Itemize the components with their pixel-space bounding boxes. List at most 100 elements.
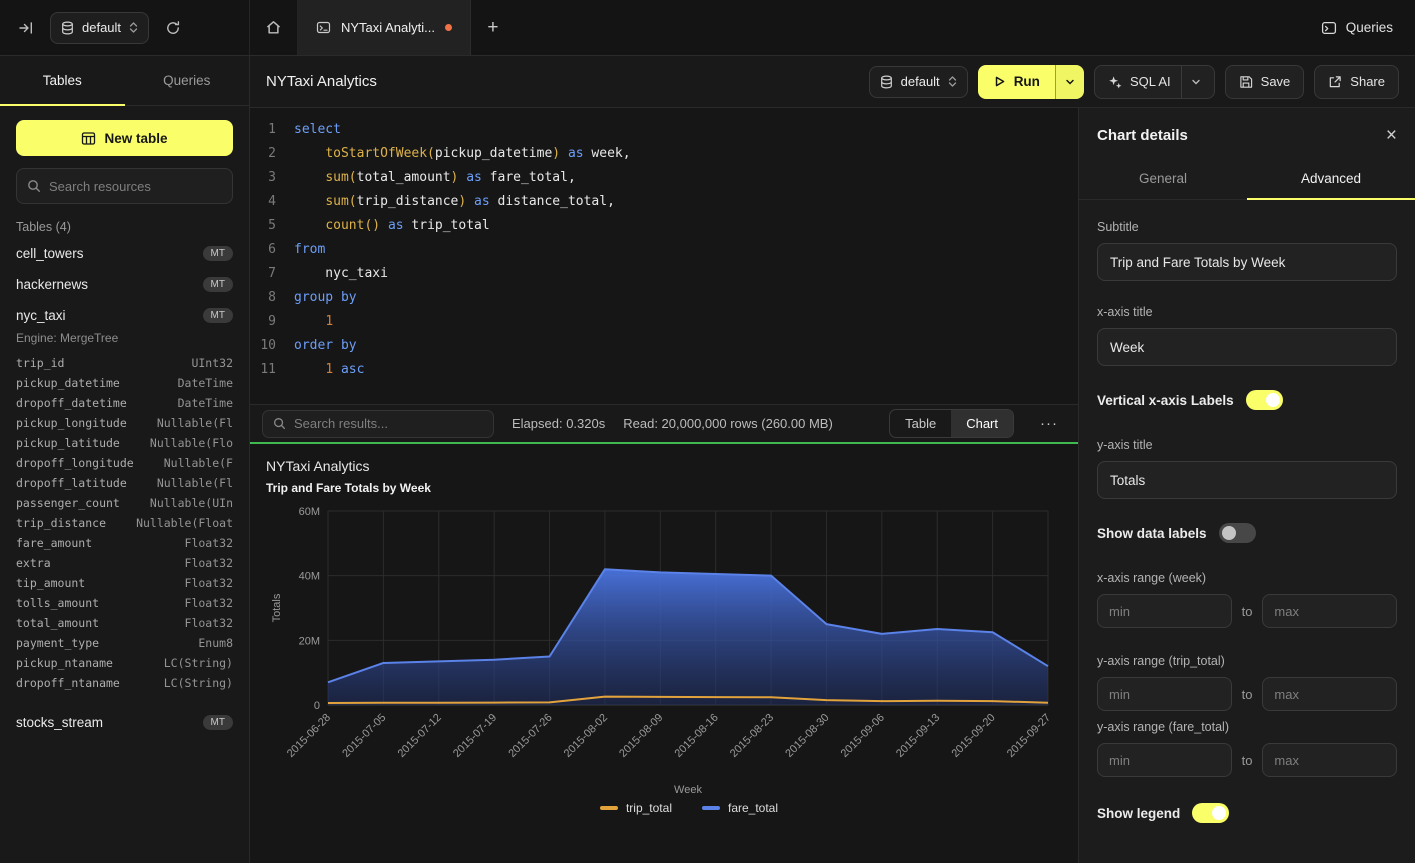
column-row[interactable]: dropoff_datetimeDateTime (16, 393, 233, 413)
vertical-xaxis-labels-label: Vertical x-axis Labels (1097, 393, 1234, 408)
svg-text:2015-09-27: 2015-09-27 (1005, 712, 1053, 760)
code-line[interactable]: 5 count() as trip_total (250, 214, 1078, 238)
run-options-caret[interactable] (1055, 65, 1084, 99)
code-line[interactable]: 1select (250, 118, 1078, 142)
svg-text:60M: 60M (299, 506, 320, 518)
save-button[interactable]: Save (1225, 65, 1305, 99)
legend-swatch (600, 806, 618, 810)
view-table-button[interactable]: Table (890, 410, 951, 437)
svg-text:40M: 40M (299, 571, 320, 583)
table-group: stocks_streamMT (16, 707, 233, 738)
table-row[interactable]: hackernewsMT (16, 269, 233, 300)
column-row[interactable]: extraFloat32 (16, 553, 233, 573)
home-tab[interactable] (250, 0, 298, 55)
sidebar-tab-tables[interactable]: Tables (0, 56, 125, 105)
xaxis-range-min-input[interactable] (1097, 594, 1232, 628)
run-button[interactable]: Run (978, 65, 1084, 99)
database-selector[interactable]: default (50, 12, 149, 44)
table-row[interactable]: stocks_streamMT (16, 707, 233, 738)
chart-plot[interactable]: 020M40M60M2015-06-282015-07-052015-07-12… (266, 497, 1062, 801)
sidebar-tab-queries[interactable]: Queries (125, 56, 250, 105)
code-line[interactable]: 3 sum(total_amount) as fare_total, (250, 166, 1078, 190)
code-line[interactable]: 6from (250, 238, 1078, 262)
column-row[interactable]: pickup_datetimeDateTime (16, 373, 233, 393)
new-table-button[interactable]: New table (16, 120, 233, 156)
yaxis-range-trip-min-input[interactable] (1097, 677, 1232, 711)
subtitle-input[interactable] (1097, 243, 1397, 281)
details-tab-general[interactable]: General (1079, 159, 1247, 199)
run-button-main[interactable]: Run (978, 65, 1055, 99)
show-data-labels-toggle[interactable] (1219, 523, 1256, 543)
vertical-xaxis-labels-toggle[interactable] (1246, 390, 1283, 410)
column-row[interactable]: dropoff_longitudeNullable(F (16, 453, 233, 473)
refresh-icon (165, 20, 181, 36)
queries-button[interactable]: Queries (1321, 0, 1393, 55)
xaxis-range-max-input[interactable] (1262, 594, 1397, 628)
yaxis-range-trip-max-input[interactable] (1262, 677, 1397, 711)
column-row[interactable]: fare_amountFloat32 (16, 533, 233, 553)
topbar-left: default (0, 0, 250, 55)
svg-text:2015-09-20: 2015-09-20 (949, 712, 997, 760)
column-row[interactable]: pickup_latitudeNullable(Flo (16, 433, 233, 453)
table-name: cell_towers (16, 246, 84, 261)
xaxis-title-input[interactable] (1097, 328, 1397, 366)
sql-editor[interactable]: 1select2 toStartOfWeek(pickup_datetime) … (250, 108, 1078, 404)
search-results-input[interactable] (294, 416, 483, 431)
table-row[interactable]: cell_towersMT (16, 238, 233, 269)
details-tab-advanced[interactable]: Advanced (1247, 159, 1415, 199)
table-grid-icon (81, 131, 96, 146)
column-row[interactable]: pickup_ntanameLC(String) (16, 653, 233, 673)
sidebar-tabs: Tables Queries (0, 56, 249, 106)
yaxis-title-field-label: y-axis title (1097, 438, 1397, 452)
collapse-sidebar-button[interactable] (14, 16, 38, 40)
column-row[interactable]: tolls_amountFloat32 (16, 593, 233, 613)
column-row[interactable]: total_amountFloat32 (16, 613, 233, 633)
close-button[interactable]: × (1386, 126, 1397, 145)
column-row[interactable]: dropoff_ntanameLC(String) (16, 673, 233, 693)
refresh-button[interactable] (161, 16, 185, 40)
more-options-button[interactable]: ··· (1032, 415, 1066, 432)
results-toolbar: Elapsed: 0.320s Read: 20,000,000 rows (2… (250, 404, 1078, 444)
column-row[interactable]: trip_distanceNullable(Float (16, 513, 233, 533)
view-chart-button[interactable]: Chart (951, 410, 1013, 437)
database-icon (61, 21, 74, 35)
sql-ai-caret[interactable] (1181, 66, 1201, 98)
code-line[interactable]: 7 nyc_taxi (250, 262, 1078, 286)
sql-ai-button[interactable]: SQL AI (1094, 65, 1215, 99)
yaxis-range-fare-min-input[interactable] (1097, 743, 1232, 777)
sql-ai-label: SQL AI (1130, 74, 1171, 89)
engine-badge: MT (203, 308, 233, 323)
yaxis-range-fare-max-input[interactable] (1262, 743, 1397, 777)
svg-text:20M: 20M (299, 635, 320, 647)
column-row[interactable]: payment_typeEnum8 (16, 633, 233, 653)
code-line[interactable]: 4 sum(trip_distance) as distance_total, (250, 190, 1078, 214)
database-selector[interactable]: default (869, 66, 968, 98)
yaxis-title-input[interactable] (1097, 461, 1397, 499)
database-selector-value: default (901, 74, 940, 89)
new-tab-button[interactable]: + (471, 0, 515, 55)
yaxis-range-trip-label: y-axis range (trip_total) (1097, 654, 1397, 668)
code-line[interactable]: 8group by (250, 286, 1078, 310)
legend-item[interactable]: fare_total (702, 801, 778, 815)
header-actions: default Run (869, 65, 1399, 99)
legend-item[interactable]: trip_total (600, 801, 672, 815)
column-row[interactable]: passenger_countNullable(UIn (16, 493, 233, 513)
elapsed-text: Elapsed: 0.320s (512, 416, 605, 431)
code-line[interactable]: 11 1 asc (250, 358, 1078, 382)
code-line[interactable]: 10order by (250, 334, 1078, 358)
column-row[interactable]: tip_amountFloat32 (16, 573, 233, 593)
query-tab[interactable]: NYTaxi Analyti... (298, 0, 471, 55)
show-legend-toggle[interactable] (1192, 803, 1229, 823)
column-row[interactable]: dropoff_latitudeNullable(Fl (16, 473, 233, 493)
show-legend-label: Show legend (1097, 806, 1180, 821)
code-line[interactable]: 9 1 (250, 310, 1078, 334)
code-line[interactable]: 2 toStartOfWeek(pickup_datetime) as week… (250, 142, 1078, 166)
table-row[interactable]: nyc_taxiMT (16, 300, 233, 331)
share-button[interactable]: Share (1314, 65, 1399, 99)
column-row[interactable]: pickup_longitudeNullable(Fl (16, 413, 233, 433)
table-name: stocks_stream (16, 715, 103, 730)
share-button-label: Share (1350, 74, 1385, 89)
search-resources-input[interactable] (49, 179, 222, 194)
svg-text:2015-08-23: 2015-08-23 (728, 712, 776, 760)
column-row[interactable]: trip_idUInt32 (16, 353, 233, 373)
